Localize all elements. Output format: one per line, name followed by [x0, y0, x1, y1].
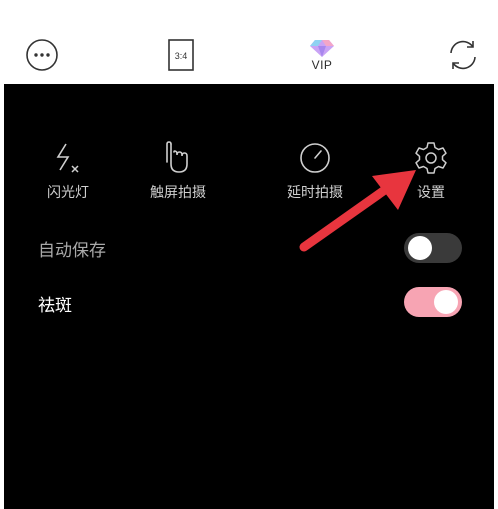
switch-camera-icon — [450, 40, 476, 70]
vip-diamond-icon — [310, 40, 334, 57]
switch-camera-button[interactable] — [441, 33, 485, 77]
more-button[interactable] — [22, 33, 62, 77]
annotation-arrow — [299, 170, 416, 252]
aspect-ratio-button[interactable]: 3:4 — [161, 33, 201, 77]
vip-label: VIP — [311, 58, 333, 72]
vip-button[interactable]: VIP — [298, 33, 346, 77]
more-dots-icon — [26, 39, 58, 71]
aspect-ratio-label: 3:4 — [175, 51, 188, 61]
camera-settings-panel: 闪光灯 触屏拍摄 延时拍摄 设置 自动保存 祛斑 — [4, 84, 494, 509]
aspect-ratio-icon: 3:4 — [168, 39, 194, 71]
top-bar: 3:4 VIP — [0, 0, 498, 84]
